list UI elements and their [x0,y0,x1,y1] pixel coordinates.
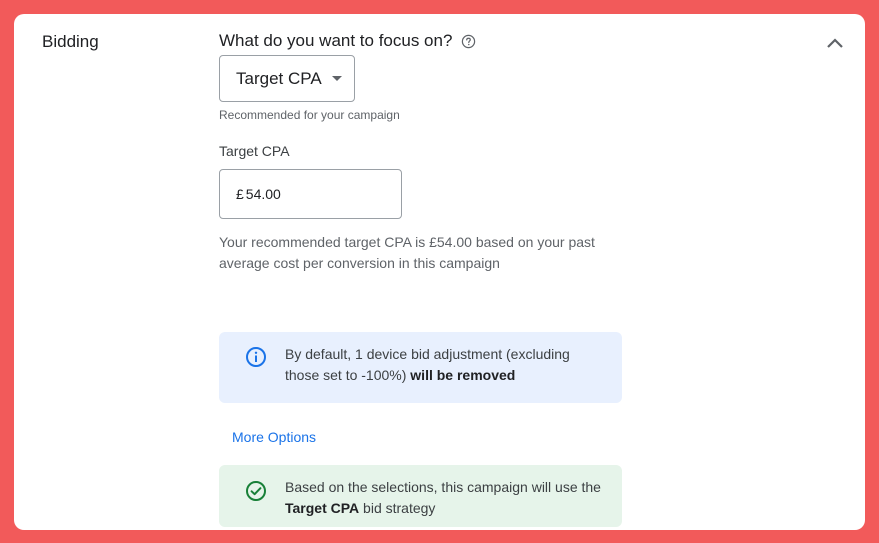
success-banner-bold: Target CPA [285,500,360,516]
focus-hint: Recommended for your campaign [219,108,400,122]
bidding-content: What do you want to focus on? Target CPA… [219,30,639,274]
help-icon[interactable] [461,34,476,49]
target-cpa-label: Target CPA [219,143,290,159]
check-circle-icon [246,481,266,501]
focus-dropdown-value: Target CPA [236,68,322,88]
focus-question: What do you want to focus on? [219,30,639,52]
bidding-card: Bidding What do you want to focus on? Ta… [14,14,865,530]
focus-dropdown[interactable]: Target CPA [219,55,355,102]
success-banner: Based on the selections, this campaign w… [219,465,622,527]
collapse-button[interactable] [822,32,848,54]
dropdown-caret-icon [331,76,342,81]
section-label: Bidding [42,32,99,51]
info-banner-bold: will be removed [410,367,516,383]
currency-symbol: £ [236,186,244,202]
focus-question-text: What do you want to focus on? [219,31,453,50]
success-banner-text-before: Based on the selections, this campaign w… [285,479,601,495]
chevron-up-icon [827,38,843,48]
target-cpa-value: 54.00 [245,186,281,202]
info-banner: By default, 1 device bid adjustment (exc… [219,332,622,403]
info-icon [246,347,266,367]
more-options-link[interactable]: More Options [232,429,316,445]
target-cpa-input[interactable]: £ 54.00 [219,169,402,219]
target-cpa-recommendation: Your recommended target CPA is £54.00 ba… [219,234,595,271]
success-banner-text-after: bid strategy [359,500,436,516]
